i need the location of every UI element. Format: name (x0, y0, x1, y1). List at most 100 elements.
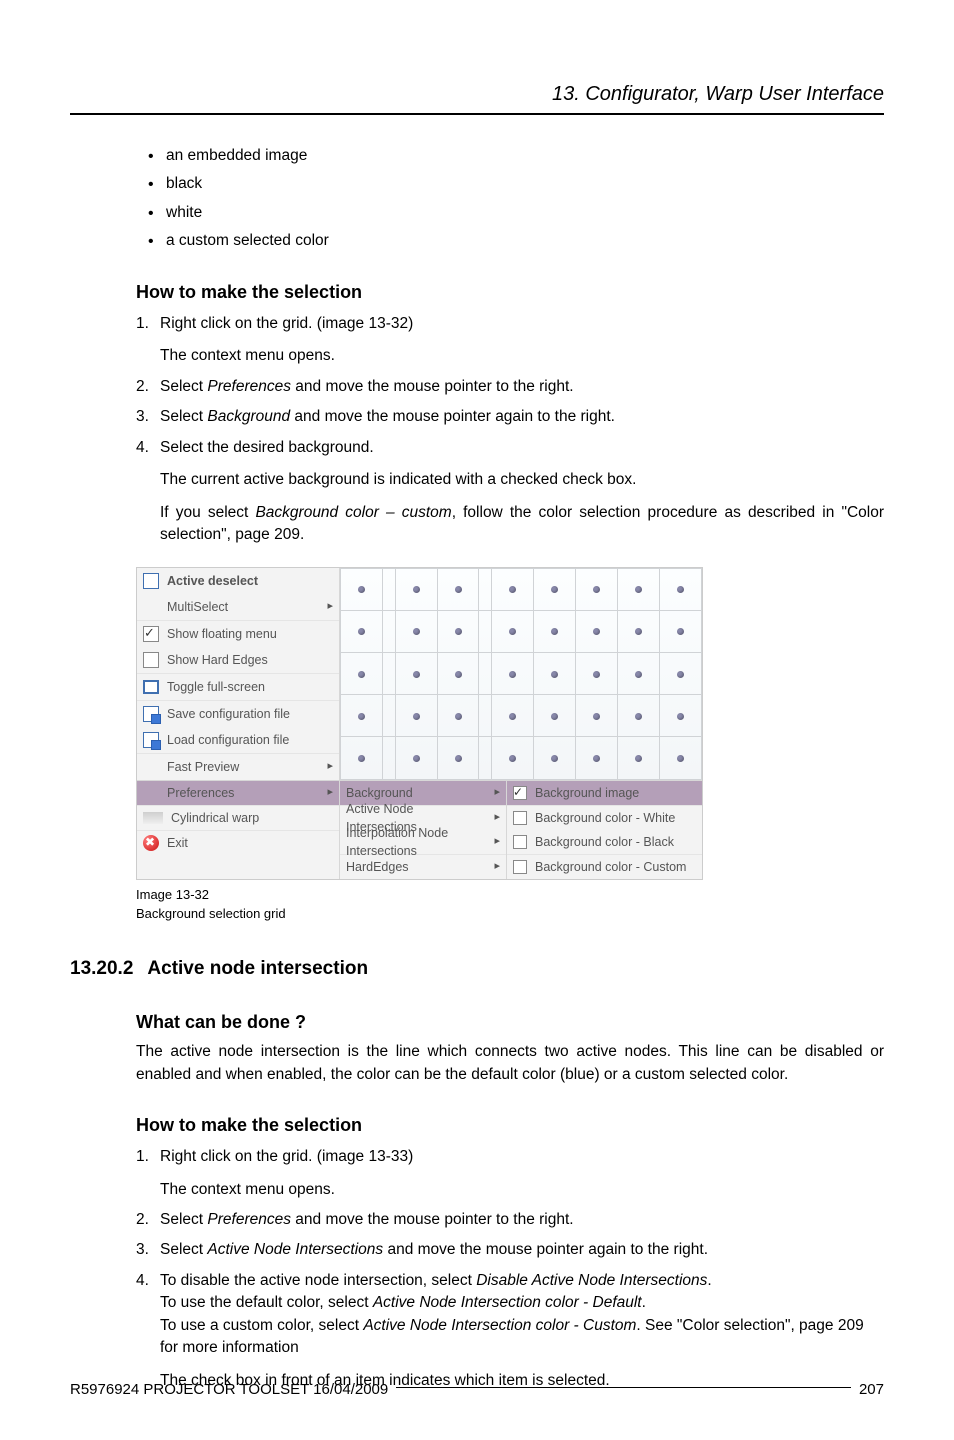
page: 13. Configurator, Warp User Interface an… (0, 0, 954, 1440)
intro-bullets: an embedded image black white a custom s… (136, 145, 884, 253)
page-footer: R5976924 PROJECTOR TOOLSET 16/04/2009 20… (70, 1379, 884, 1401)
node-dot-icon[interactable] (358, 586, 365, 593)
content-column-2: What can be done ? The active node inter… (136, 1009, 884, 1392)
menu-item-active-deselect[interactable]: Active deselect (137, 568, 339, 594)
step-text: and move the mouse pointer again to the … (290, 408, 615, 425)
checkbox-icon (143, 652, 159, 668)
step-text: Select (160, 408, 207, 425)
step-text: Select (160, 378, 207, 395)
steps-2: Right click on the grid. (image 13-33) T… (136, 1146, 884, 1392)
page-number: 207 (859, 1379, 884, 1401)
menu-label: Background color - White (535, 809, 675, 827)
close-icon (143, 835, 159, 851)
menu-item-fast-preview[interactable]: Fast Preview ▸ (137, 753, 339, 780)
menu-item-save-config[interactable]: Save configuration file (137, 700, 339, 727)
step-text: To use the default color, select (160, 1294, 373, 1311)
bg-item-custom[interactable]: Background color - Custom (507, 854, 702, 879)
menu-label: Fast Preview (167, 758, 239, 776)
load-icon (143, 732, 159, 748)
chevron-right-icon: ▸ (327, 785, 333, 801)
menu-label: Save configuration file (167, 705, 290, 723)
step-text: Select the desired background. (160, 439, 374, 456)
menu-item-cylindrical-warp[interactable]: Cylindrical warp (137, 805, 339, 830)
background-submenu: Background image Background color - Whit… (507, 781, 702, 879)
step-text: and move the mouse pointer to the right. (291, 378, 574, 395)
grid-table (340, 568, 702, 780)
menu-item-show-hard-edges[interactable]: Show Hard Edges (137, 647, 339, 673)
step-text: and move the mouse pointer again to the … (383, 1241, 708, 1258)
step: Select Background and move the mouse poi… (136, 406, 884, 428)
chevron-right-icon: ▸ (327, 759, 333, 775)
step-sub: The current active background is indicat… (160, 469, 884, 491)
figure-caption: Image 13-32 Background selection grid (136, 886, 884, 924)
step-italic: Active Node Intersection color - Default (373, 1294, 642, 1311)
menu-item-toggle-fullscreen[interactable]: Toggle full-screen (137, 673, 339, 700)
menu-item-load-config[interactable]: Load configuration file (137, 727, 339, 753)
step-text: . (642, 1294, 646, 1311)
bullet: a custom selected color (136, 230, 884, 252)
chevron-right-icon: ▸ (494, 785, 500, 801)
menu-label: Cylindrical warp (171, 809, 259, 827)
step: Select Preferences and move the mouse po… (136, 1209, 884, 1231)
bullet: an embedded image (136, 145, 884, 167)
section-heading: 13.20.2 Active node intersection (70, 945, 884, 991)
chevron-right-icon: ▸ (494, 859, 500, 875)
menu-item-show-floating[interactable]: Show floating menu (137, 620, 339, 647)
menu-label: Toggle full-screen (167, 678, 265, 696)
step: Select Active Node Intersections and mov… (136, 1239, 884, 1261)
italic: Background color – custom (255, 504, 451, 521)
menu-item-preferences[interactable]: Preferences▸ (137, 781, 339, 805)
figure-top: Active deselect MultiSelect ▸ Show floati… (137, 568, 702, 780)
checkbox-icon (513, 811, 527, 825)
bg-item-image[interactable]: Background image (507, 781, 702, 805)
chevron-right-icon: ▸ (494, 834, 500, 850)
menu-item-multiselect[interactable]: MultiSelect ▸ (137, 594, 339, 620)
step-text: Select (160, 1211, 207, 1228)
bullet: white (136, 202, 884, 224)
step-sub: The context menu opens. (160, 1179, 884, 1201)
step-italic: Active Node Intersections (207, 1241, 383, 1258)
step-text: To use a custom color, select (160, 1317, 363, 1334)
section-number: 13.20.2 (70, 955, 133, 983)
step: Right click on the grid. (image 13-32) T… (136, 313, 884, 368)
text: If you select (160, 504, 255, 521)
section-title: Active node intersection (147, 955, 368, 983)
step: Right click on the grid. (image 13-33) T… (136, 1146, 884, 1201)
step-sub: If you select Background color – custom,… (160, 502, 884, 547)
menu-item-exit[interactable]: Exit (137, 830, 339, 855)
menu-label: Active deselect (167, 572, 258, 590)
header-rule (70, 113, 884, 115)
crosshair-icon (143, 573, 159, 589)
step-italic: Preferences (207, 378, 291, 395)
caption-line1: Image 13-32 (136, 887, 209, 902)
subheading-what: What can be done ? (136, 1009, 884, 1035)
menu-label: Background color - Black (535, 833, 674, 851)
menu-label: Background image (535, 784, 639, 802)
step-text: and move the mouse pointer to the right. (291, 1211, 574, 1228)
menu-label: Interpolation Node Intersections (346, 824, 486, 860)
menu-label: Load configuration file (167, 731, 289, 749)
subheading-how: How to make the selection (136, 279, 884, 305)
menu-label: Background color - Custom (535, 858, 686, 876)
chevron-right-icon: ▸ (327, 599, 333, 615)
submenu-item-interp-node-int[interactable]: Interpolation Node Intersections▸ (340, 830, 506, 854)
context-menu-tail: Preferences▸ Cylindrical warp Exit (137, 781, 340, 879)
step-sub: The context menu opens. (160, 345, 884, 367)
figure-bottom: Preferences▸ Cylindrical warp Exit Backg… (137, 780, 702, 879)
context-menu-figure: Active deselect MultiSelect ▸ Show floati… (136, 567, 703, 880)
warp-grid[interactable] (340, 568, 702, 780)
step-text: Right click on the grid. (image 13-32) (160, 315, 413, 332)
checkbox-icon (513, 835, 527, 849)
step: Select Preferences and move the mouse po… (136, 376, 884, 398)
content-column: an embedded image black white a custom s… (136, 145, 884, 923)
bullet: black (136, 173, 884, 195)
step-text: . (707, 1272, 711, 1289)
footer-rule (396, 1387, 851, 1388)
step-italic: Preferences (207, 1211, 291, 1228)
preferences-submenu: Background▸ Active Node Intersections▸ I… (340, 781, 507, 879)
menu-label: MultiSelect (167, 598, 228, 616)
bg-item-white[interactable]: Background color - White (507, 805, 702, 830)
body-text: The active node intersection is the line… (136, 1041, 884, 1086)
bg-item-black[interactable]: Background color - Black (507, 830, 702, 854)
step-italic: Disable Active Node Intersections (476, 1272, 707, 1289)
